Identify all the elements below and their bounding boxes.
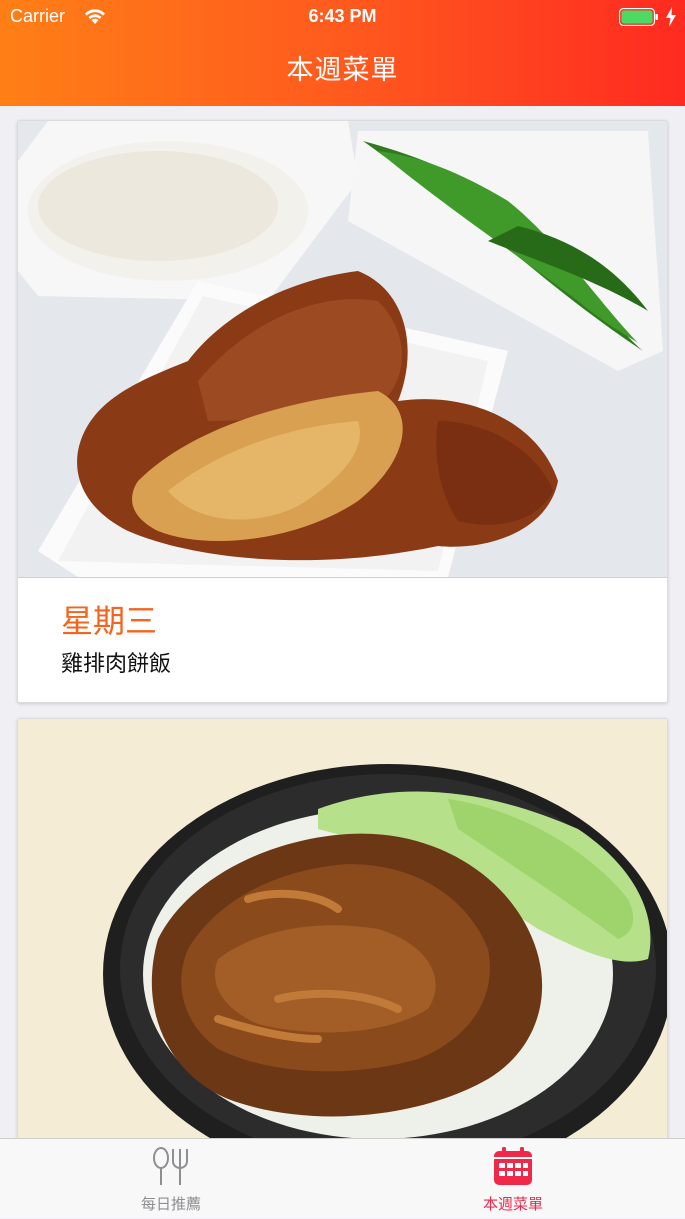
tab-daily-recommendation[interactable]: 每日推薦 [0, 1139, 342, 1219]
day-label: 星期三 [61, 602, 158, 640]
navigation-header: Carrier 6:43 PM 本週菜單 [0, 0, 685, 106]
dish-photo [18, 719, 667, 1138]
tab-label: 本週菜單 [482, 1195, 543, 1213]
tab-bar: 每日推薦 本週菜單 [0, 1138, 685, 1218]
menu-card[interactable] [17, 718, 668, 1138]
tab-label: 每日推薦 [140, 1195, 201, 1213]
page-title: 本週菜單 [286, 55, 399, 86]
menu-card[interactable]: 星期三 雞排肉餅飯 [17, 120, 668, 703]
charging-bolt-icon [666, 7, 676, 27]
dish-name: 雞排肉餅飯 [61, 652, 172, 677]
dish-photo [18, 121, 667, 577]
calendar-icon [494, 1147, 532, 1185]
card-text: 星期三 雞排肉餅飯 [18, 577, 667, 702]
battery-icon [619, 8, 658, 26]
tab-weekly-menu[interactable]: 本週菜單 [342, 1139, 684, 1219]
clock: 6:43 PM [308, 6, 377, 26]
status-bar: Carrier 6:43 PM [0, 0, 685, 36]
menu-list[interactable]: 星期三 雞排肉餅飯 [0, 106, 685, 1138]
utensils-icon [153, 1147, 188, 1185]
